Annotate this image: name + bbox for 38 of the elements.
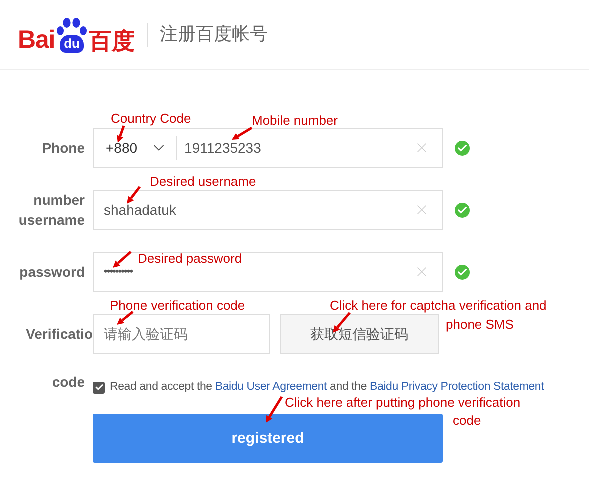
annotation-text: code — [453, 413, 482, 428]
arrow — [232, 126, 253, 140]
arrow — [266, 396, 284, 423]
field-value: •••••••••• — [104, 264, 134, 280]
field-value: shahadatuk — [104, 200, 178, 220]
arrow — [127, 186, 141, 204]
annotation-text: Desired password — [138, 251, 242, 266]
field-label: Verificatio — [26, 325, 93, 344]
register-button[interactable]: registered — [93, 414, 443, 464]
annotation-text: Mobile number — [252, 113, 338, 128]
arrow — [117, 126, 126, 143]
logo-paw-text: du — [60, 34, 84, 52]
annotation-text: Click here after putting phone verification — [285, 395, 521, 410]
annotation-text: phone SMS — [446, 317, 514, 332]
phone-field[interactable]: +880 1911235233 — [93, 128, 443, 168]
arrow — [117, 311, 134, 325]
input-field[interactable]: 请输入验证码 — [93, 314, 270, 354]
arrow — [113, 251, 132, 268]
page-title: 注册百度帐号 — [160, 23, 268, 46]
logo-text: Bai — [18, 28, 56, 52]
get-sms-code-button[interactable]: 获取短信验证码 — [280, 314, 439, 354]
field-label: password — [20, 263, 85, 282]
annotation-text: Phone verification code — [110, 298, 246, 313]
field-value: 1911235233 — [184, 138, 262, 158]
link[interactable]: Baidu User Agreement — [215, 381, 328, 393]
field-label: number username — [18, 191, 85, 230]
annotation-text: Desired username — [150, 174, 256, 189]
field-label: code — [52, 374, 85, 390]
link[interactable]: Baidu Privacy Protection Statement — [370, 381, 544, 393]
agreement-text: Read and accept the Baidu User Agreement and the Baidu Privacy Protection Statement — [110, 380, 544, 395]
input-field[interactable]: shahadatuk — [93, 190, 443, 230]
country-code-select[interactable]: +880 — [94, 129, 176, 167]
agreement-checkbox[interactable] — [93, 382, 105, 394]
annotation-text: Country Code — [111, 111, 192, 126]
paw-icon — [56, 16, 88, 36]
logo-text: 百度 — [89, 30, 136, 52]
annotation-text: Click here for captcha verification and — [330, 298, 547, 313]
field-label: Phone — [42, 139, 85, 158]
